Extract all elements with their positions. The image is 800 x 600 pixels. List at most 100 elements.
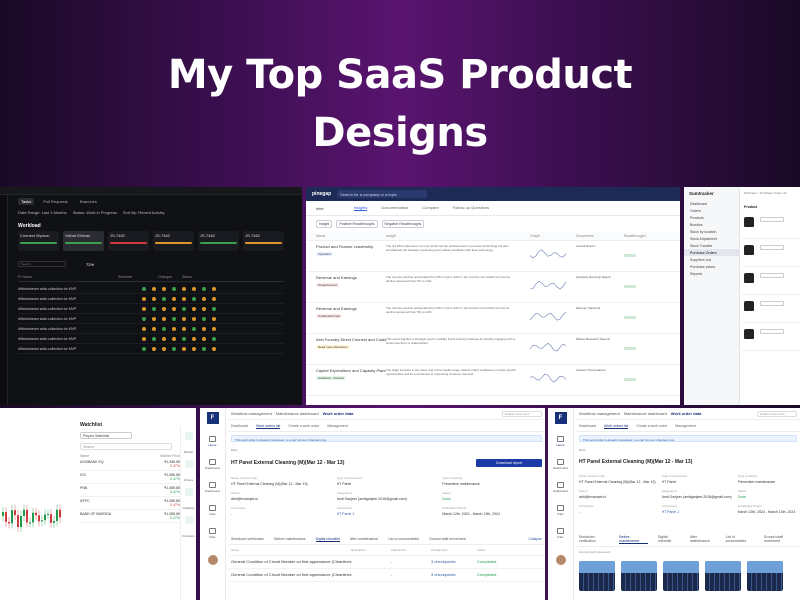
tab[interactable]: Before maintenance (274, 537, 305, 542)
checklist-cell[interactable]: 3 checkpoints (431, 559, 477, 565)
watchlist-row[interactable]: NTPC ₹1,085.85 0.47% (80, 497, 180, 510)
tab-insights[interactable]: Insights (353, 205, 368, 211)
nav-item[interactable]: Home (200, 436, 225, 447)
kpi-card[interactable]: JS-7462 (153, 231, 194, 251)
breadcrumb-item[interactable]: Work order data (671, 411, 702, 416)
watchlist-row[interactable]: PNB ₹1,085.85 0.47% (80, 484, 180, 497)
download-report-button[interactable]: Download report (476, 459, 542, 467)
sidebar-item[interactable]: Reports (684, 270, 739, 277)
table-row[interactable]: Intel Foundry Direct Connect and Custome… (306, 334, 680, 365)
voice-search-input[interactable]: Enable voice point (757, 410, 797, 417)
nav-item[interactable]: Files (200, 505, 225, 516)
filter-status[interactable]: Status: Work in Progress (73, 210, 117, 215)
tab[interactable]: Before maintenance (619, 535, 648, 544)
tab[interactable]: List of consumables (726, 535, 754, 544)
filter-insight[interactable]: Insight (316, 220, 333, 228)
tab-compare[interactable]: Compare (422, 205, 438, 211)
table-row[interactable]: #Workstream wide-collection for MVP (18, 344, 284, 354)
sidebar-item[interactable]: Orders (684, 207, 739, 214)
subnav-item[interactable]: Management (327, 424, 347, 429)
watchlist-select[interactable]: Pinya's Watchlist (80, 432, 132, 439)
nav-icon[interactable] (184, 432, 193, 440)
table-row[interactable]: Product and Feature Leadership Important T… (306, 241, 680, 272)
sidebar-item[interactable]: Stock Transfer (684, 242, 739, 249)
subnav-item[interactable]: Work orders list (256, 424, 281, 429)
quantity-field[interactable] (760, 273, 784, 278)
table-row[interactable]: Capital Expenditure and Capacity Plannin… (306, 365, 680, 396)
tab-branches[interactable]: Branches (77, 198, 100, 205)
nav-icon[interactable] (184, 516, 193, 524)
tab[interactable]: Shutdown verification (231, 537, 264, 542)
filter-sort[interactable]: Sort By: Recent Activity (123, 210, 165, 215)
tab-tasks[interactable]: Tasks (18, 198, 35, 205)
table-row[interactable]: #Workstream wide-collection for MVP (18, 324, 284, 334)
back-link[interactable]: Back (228, 445, 545, 455)
tab[interactable]: After maintenance (690, 535, 716, 544)
sidebar-item[interactable]: Purchase Orders (684, 249, 739, 256)
nav-item[interactable]: Dashboard (548, 459, 573, 470)
tab-pull-requests[interactable]: Pull Requests (40, 198, 71, 205)
kpi-card[interactable]: JS-7462 (243, 231, 284, 251)
subnav-item[interactable]: Create a work order (636, 424, 667, 429)
watchlist-search-input[interactable]: Search (80, 443, 172, 450)
nav-item[interactable]: Home (548, 436, 573, 447)
quantity-field[interactable] (760, 217, 784, 222)
filter-date-range[interactable]: Date Range: Last 3 Months (18, 210, 67, 215)
subnav-item[interactable]: Management (675, 424, 695, 429)
product-row[interactable] (742, 267, 800, 295)
tab[interactable]: After maintenance (350, 537, 378, 542)
tab-documentation[interactable]: Documentation (381, 205, 408, 211)
quantity-field[interactable] (760, 245, 784, 250)
watchlist-row[interactable]: IOC ₹1,085.85 0.47% (80, 471, 180, 484)
table-row[interactable]: #Workstream wide-collection for MVP (18, 314, 284, 324)
breadcrumb-item[interactable]: Workflow management (579, 411, 620, 416)
kpi-card[interactable]: Vishal Shrivas (63, 231, 104, 251)
subnav-item[interactable]: Create a work order (288, 424, 319, 429)
kpi-card[interactable]: JS-7462 (198, 231, 239, 251)
table-row[interactable]: #Workstream wide-collection for MVP (18, 334, 284, 344)
product-row[interactable] (742, 211, 800, 239)
sidebar-item[interactable]: Bundles (684, 221, 739, 228)
solar-panel-photo[interactable] (621, 561, 657, 591)
kpi-card[interactable]: Connect Wymon (18, 231, 59, 251)
product-row[interactable] (742, 323, 800, 351)
solar-panel-photo[interactable] (579, 561, 615, 591)
tab[interactable]: Digital checklist (658, 535, 680, 544)
table-row[interactable]: #Workstream wide-collection for MVP (18, 294, 284, 304)
tab[interactable]: Shutdown verification (579, 535, 609, 544)
sidebar-item[interactable]: Suppliers List (684, 256, 739, 263)
quantity-field[interactable] (760, 301, 784, 306)
subnav-item[interactable]: Dashboard (231, 424, 248, 429)
tab[interactable]: Ground staff movement (429, 537, 466, 542)
table-row[interactable]: Revenue and Earnings Underperformed The re… (306, 303, 680, 334)
subnav-item[interactable]: Dashboard (579, 424, 596, 429)
nav-icon[interactable] (184, 488, 193, 496)
sidebar-item[interactable]: Stock Adjustment (684, 235, 739, 242)
avatar[interactable] (207, 555, 218, 565)
checklist-row[interactable]: General Condition of Circuit Breaker on … (228, 569, 545, 582)
table-row[interactable]: #Workstream wide-collection for MVP (18, 304, 284, 314)
checklist-cell[interactable]: 3 checkpoints (431, 572, 477, 578)
nav-item[interactable]: Files (548, 528, 573, 539)
quantity-field[interactable] (760, 329, 784, 334)
sidebar-item[interactable]: Dashboard (684, 200, 739, 207)
nav-item[interactable]: Dashboard (548, 482, 573, 493)
solar-panel-photo[interactable] (747, 561, 783, 591)
collapse-button[interactable]: Collapse (528, 537, 542, 542)
solar-panel-photo[interactable] (663, 561, 699, 591)
nav-item[interactable]: Files (200, 528, 225, 539)
nav-icon[interactable] (184, 460, 193, 468)
breadcrumb-item[interactable]: Maintenance dashboard (276, 411, 319, 416)
table-row[interactable]: Revenue and Earnings Outperformed The reve… (306, 272, 680, 303)
kpi-card[interactable]: JS-7462 (108, 231, 149, 251)
product-row[interactable] (742, 295, 800, 323)
avatar[interactable] (555, 555, 566, 565)
breadcrumb-item[interactable]: Maintenance dashboard (624, 411, 667, 416)
sidebar-item[interactable]: Stock by location (684, 228, 739, 235)
filter-positive[interactable]: Positive Readthroughs (336, 220, 378, 228)
product-row[interactable] (742, 239, 800, 267)
tab[interactable]: List of consumables (388, 537, 419, 542)
sidebar-item[interactable]: Purchase prices (684, 263, 739, 270)
breadcrumb-item[interactable]: Workflow management (231, 411, 272, 416)
tab[interactable]: Ground staff movement (764, 535, 797, 544)
